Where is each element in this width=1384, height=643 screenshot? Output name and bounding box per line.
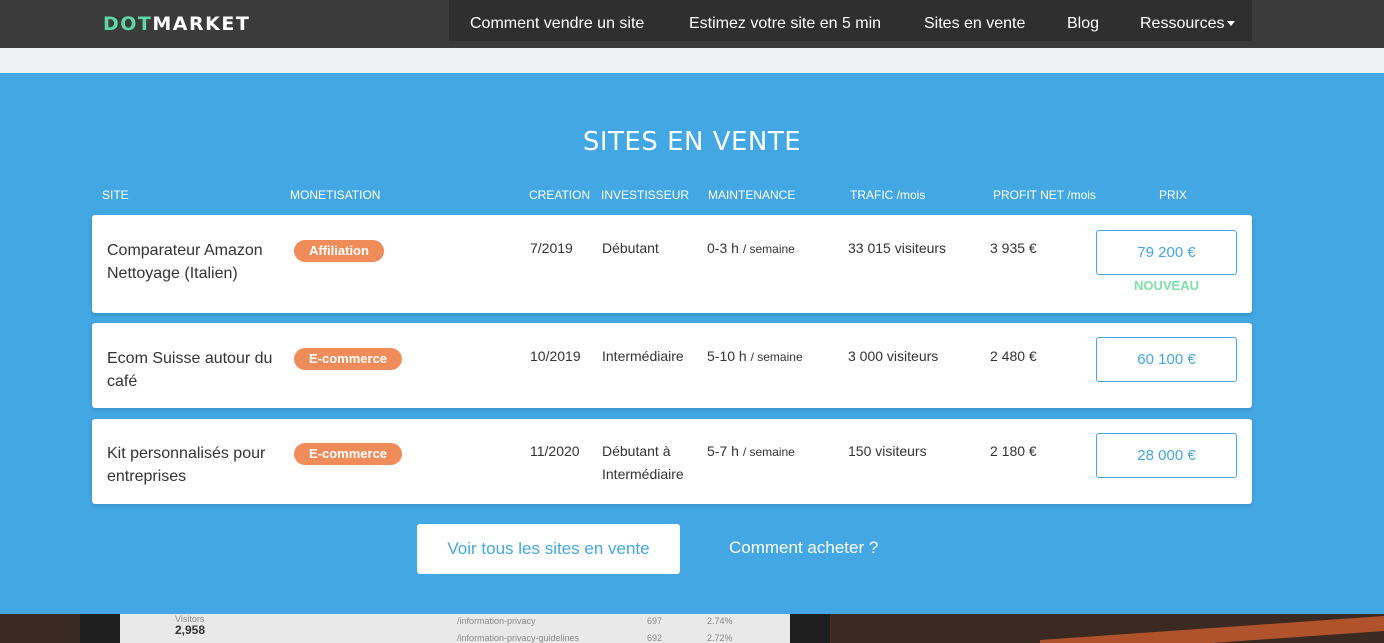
caret-down-icon — [1227, 21, 1236, 27]
report-row-path: /information-privacy-guidelines — [457, 633, 580, 643]
price-button[interactable]: 28 000 € — [1096, 433, 1237, 478]
dotmarket-logo[interactable]: DOTMARKET — [103, 13, 250, 35]
column-header-site: SITE — [102, 188, 129, 202]
listing-card[interactable]: Kit personnalisés pour entreprises E-com… — [92, 419, 1252, 504]
listing-profit: 2 180 € — [990, 443, 1037, 459]
nav-item-estimez[interactable]: Estimez votre site en 5 min — [689, 15, 881, 33]
listing-site-name[interactable]: Ecom Suisse autour du café — [107, 347, 287, 393]
main-nav: Comment vendre un site Estimez votre sit… — [449, 0, 1252, 41]
see-all-sites-button[interactable]: Voir tous les sites en vente — [417, 524, 680, 574]
listing-trafic: 3 000 visiteurs — [848, 348, 939, 364]
monetisation-badge: Affiliation — [294, 240, 384, 262]
column-header-profit: PROFIT NET /mois — [993, 188, 1096, 202]
price-button[interactable]: 60 100 € — [1096, 337, 1237, 382]
report-row-path: /information-privacy — [457, 616, 536, 626]
monetisation-badge: E-commerce — [294, 348, 403, 370]
listing-trafic: 33 015 visiteurs — [848, 240, 947, 256]
listing-profit: 2 480 € — [990, 348, 1037, 364]
nav-item-ressources[interactable]: Ressources — [1140, 15, 1236, 33]
report-row-pct: 2.72% — [707, 633, 733, 643]
printed-report: Visitors 2,958 /information-privacy 697 … — [120, 614, 810, 643]
how-to-buy-link[interactable]: Comment acheter ? — [729, 538, 878, 558]
listing-card[interactable]: Ecom Suisse autour du café E-commerce 10… — [92, 323, 1252, 408]
listing-investisseur: Débutant — [602, 240, 659, 256]
listing-trafic: 150 visiteurs — [848, 443, 927, 459]
column-header-monetisation: MONETISATION — [290, 188, 381, 202]
monetisation-badge: E-commerce — [294, 443, 403, 465]
listing-maintenance: 5-7 h / semaine — [707, 443, 795, 459]
top-navbar: DOTMARKET Comment vendre un site Estimez… — [0, 0, 1384, 48]
device-edge — [80, 614, 120, 643]
report-visitors-value: 2,958 — [175, 623, 206, 637]
background-photo: Visitors 2,958 /information-privacy 697 … — [0, 614, 1384, 643]
section-title: SITES EN VENTE — [582, 127, 802, 157]
column-header-prix: PRIX — [1159, 188, 1188, 202]
report-row-pct: 2.74% — [707, 616, 733, 626]
wooden-desk — [1040, 615, 1384, 643]
price-button[interactable]: 79 200 € — [1096, 230, 1237, 275]
listing-maintenance: 5-10 h / semaine — [707, 348, 803, 364]
listing-card[interactable]: Comparateur Amazon Nettoyage (Italien) A… — [92, 215, 1252, 313]
column-header-investisseur: INVESTISSEUR — [601, 188, 690, 202]
header-spacer — [0, 48, 1384, 73]
listing-site-name[interactable]: Comparateur Amazon Nettoyage (Italien) — [107, 239, 287, 285]
report-row-count: 697 — [647, 616, 663, 626]
column-header-trafic: TRAFIC /mois — [850, 188, 926, 202]
nav-item-sites-en-vente[interactable]: Sites en vente — [924, 15, 1025, 33]
nav-item-comment-vendre[interactable]: Comment vendre un site — [470, 15, 644, 33]
listing-maintenance: 0-3 h / semaine — [707, 240, 795, 256]
device-edge — [790, 614, 830, 643]
listing-investisseur: Intermédiaire — [602, 348, 684, 364]
column-header-maintenance: MAINTENANCE — [708, 188, 796, 202]
listing-creation: 11/2020 — [530, 443, 580, 459]
column-header-creation: CREATION — [529, 188, 591, 202]
listing-site-name[interactable]: Kit personnalisés pour entreprises — [107, 442, 287, 488]
listing-creation: 7/2019 — [530, 240, 573, 256]
nav-item-blog[interactable]: Blog — [1067, 15, 1099, 33]
listing-creation: 10/2019 — [530, 348, 581, 364]
report-row-count: 692 — [647, 633, 663, 643]
new-badge: NOUVEAU — [1133, 278, 1199, 293]
listing-investisseur: Débutant à Intermédiaire — [602, 443, 684, 482]
listing-profit: 3 935 € — [990, 240, 1037, 256]
